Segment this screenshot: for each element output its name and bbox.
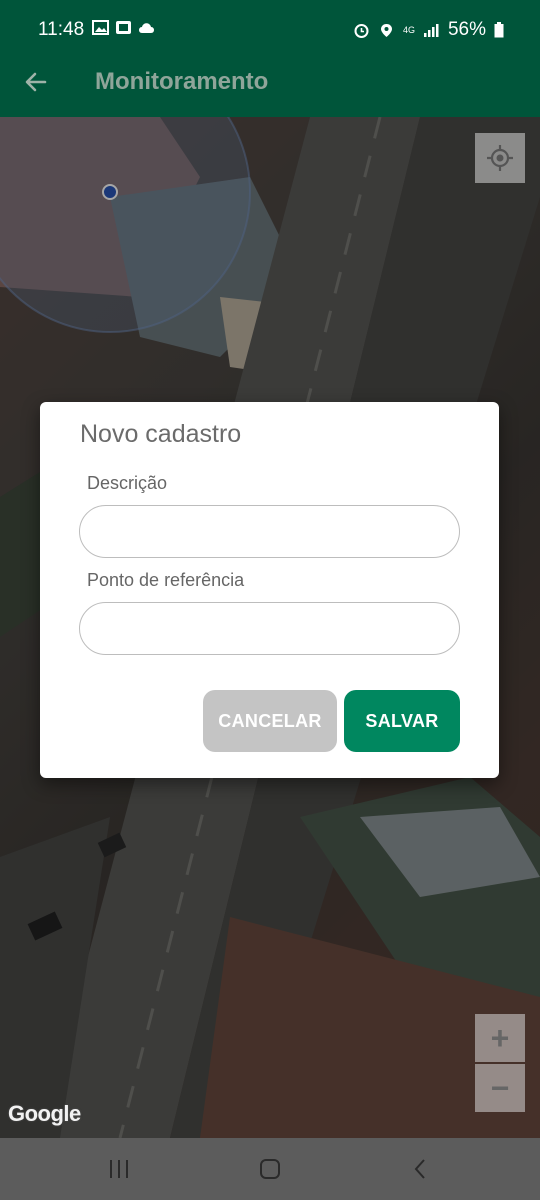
cloud-icon [139,23,154,33]
dialog-title: Novo cadastro [80,420,242,448]
google-logo: Google [8,1101,81,1126]
page-title: Monitoramento [95,68,269,95]
recents-button[interactable] [99,1152,139,1186]
back-icon [414,1159,425,1179]
my-location-icon [487,145,513,171]
system-nav-bar [0,1138,540,1200]
home-icon [260,1159,280,1179]
image-icon [92,20,109,35]
recents-icon [110,1160,128,1178]
description-field[interactable] [79,505,460,558]
battery-icon [494,22,504,38]
reference-point-field[interactable] [79,602,460,655]
new-record-dialog: Novo cadastro Descrição Ponto de referên… [40,402,499,778]
signal-icon [423,23,439,37]
nfc-icon [116,21,131,34]
status-left-icons [92,20,155,35]
home-button[interactable] [250,1152,290,1186]
zoom-in-button[interactable]: + [475,1014,525,1062]
reference-point-label: Ponto de referência [87,570,245,590]
location-icon [380,23,392,37]
cancel-button[interactable]: CANCELAR [203,690,337,752]
nav-back-button[interactable] [400,1152,440,1186]
status-time: 11:48 [38,19,85,40]
app-bar: Monitoramento [0,60,540,117]
network-type: 4G [402,24,415,35]
description-label: Descrição [87,473,168,493]
back-button[interactable] [20,66,52,98]
status-right-icons: 4G 56% [353,19,504,41]
arrow-back-icon [25,72,47,92]
my-location-button[interactable] [475,133,525,183]
plus-icon: + [490,1019,510,1056]
status-bar: 11:48 4G 56% [0,0,540,60]
zoom-out-button[interactable]: − [475,1064,525,1112]
battery-percent: 56% [447,19,486,40]
minus-icon: − [490,1069,510,1106]
save-button[interactable]: SALVAR [344,690,460,752]
alarm-icon [354,23,369,38]
